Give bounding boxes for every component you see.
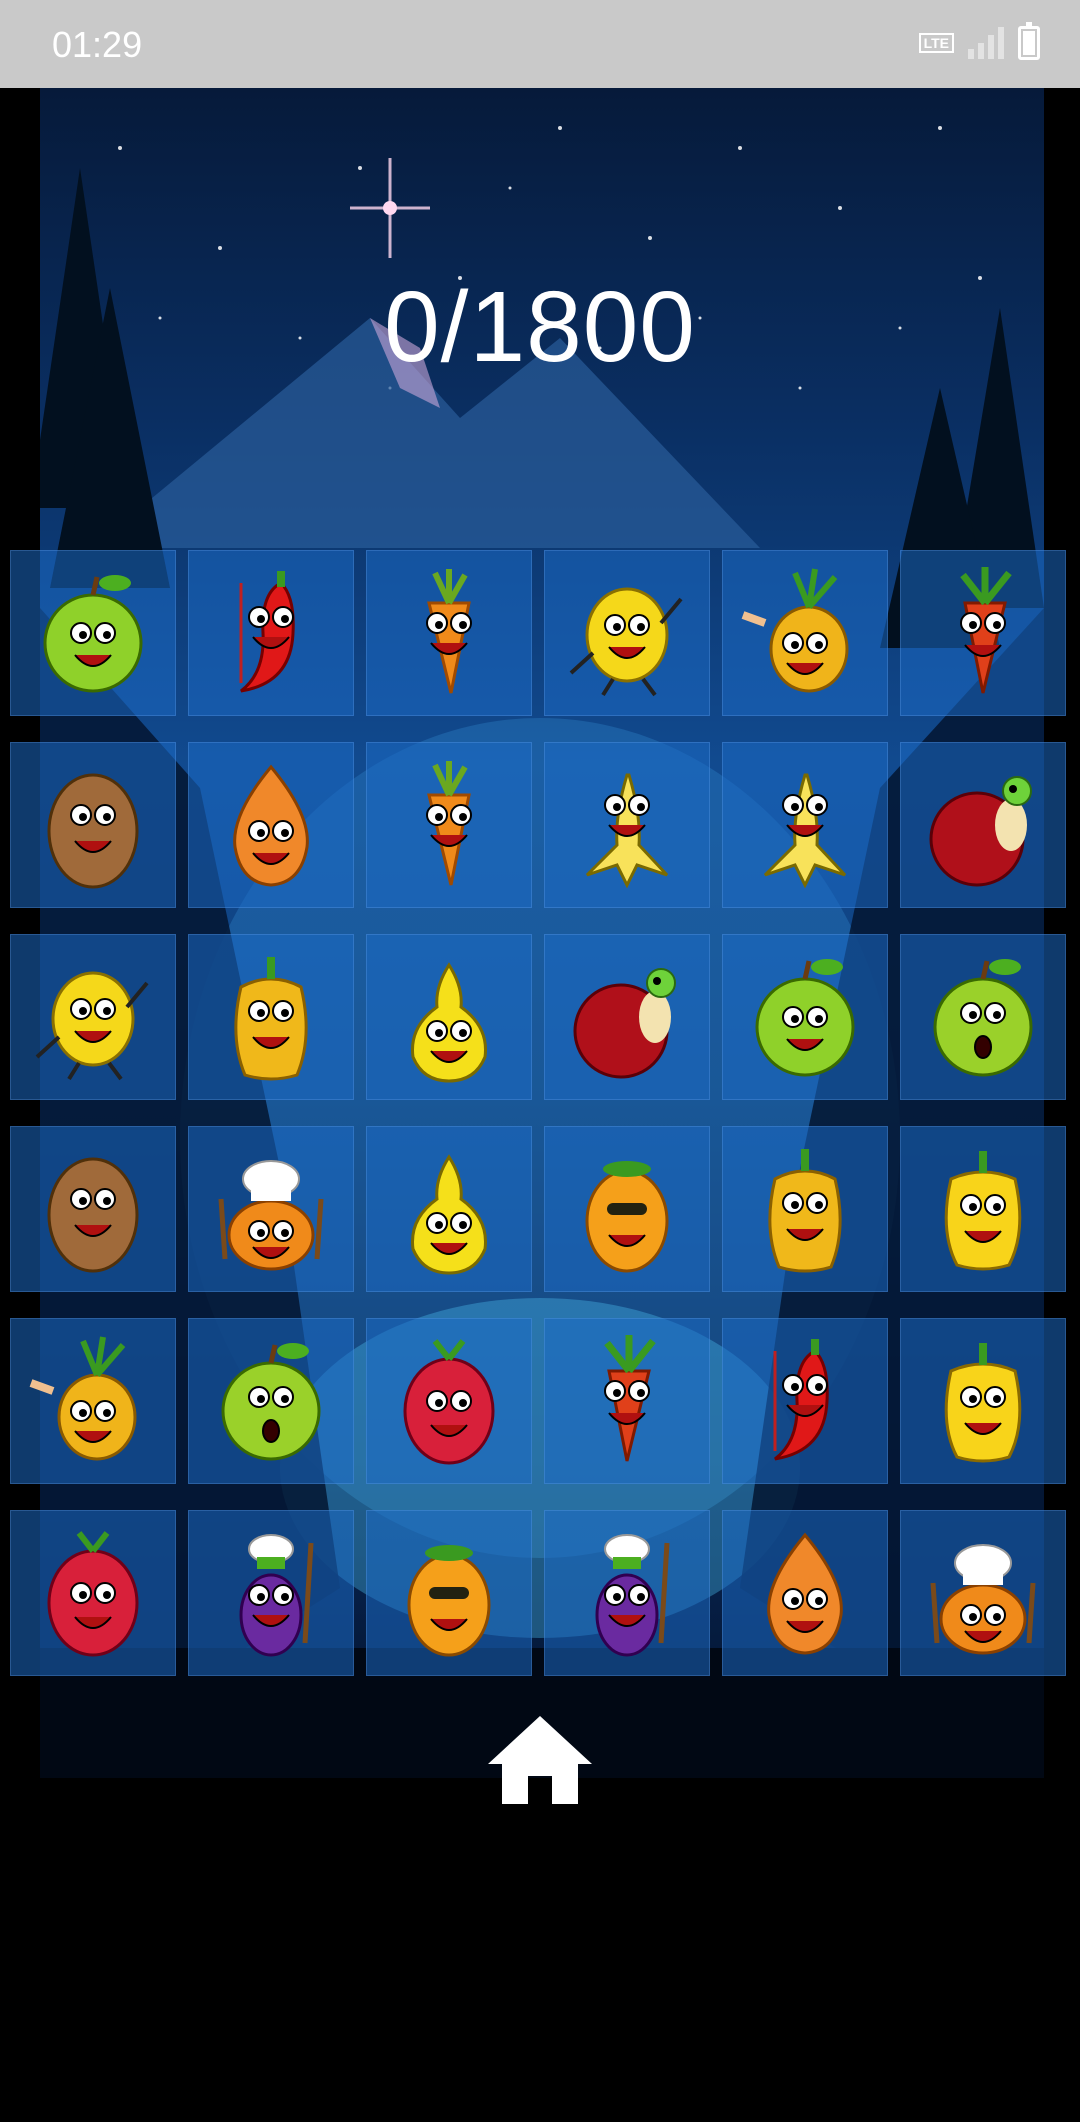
board-tile-eggplant-chef[interactable] <box>188 1510 354 1676</box>
board-tile-chef-pumpkin[interactable] <box>900 1510 1066 1676</box>
board-tile-red-chili[interactable] <box>722 1318 888 1484</box>
pineapple-icon <box>29 1336 137 1461</box>
battery-charging-icon <box>1018 22 1040 60</box>
carrot-tomato-icon <box>604 1335 656 1462</box>
yellow-pepper-icon <box>234 957 308 1081</box>
yellow-bell-pepper-icon <box>944 1151 1022 1271</box>
banana-icon <box>585 773 669 889</box>
red-apple-worm-icon <box>929 776 1032 887</box>
board-tile-carrot[interactable] <box>366 550 532 716</box>
chef-pumpkin-icon <box>930 1544 1036 1655</box>
green-apple-icon <box>755 959 855 1077</box>
board-tile-red-apple-worm[interactable] <box>900 742 1066 908</box>
red-chili-icon <box>773 1339 829 1461</box>
status-time: 01:29 <box>52 24 143 65</box>
banana-icon <box>763 773 847 889</box>
board-tile-green-apple[interactable] <box>722 934 888 1100</box>
raspberry-icon <box>47 1531 139 1657</box>
board-tile-potato[interactable] <box>10 1126 176 1292</box>
status-bar: 01:29 LTE <box>0 0 1080 88</box>
carrot-icon <box>426 761 472 886</box>
yellow-bell-pepper-icon <box>944 1343 1022 1463</box>
potato-icon <box>47 773 139 889</box>
board-tile-yellow-pepper[interactable] <box>722 1126 888 1292</box>
board-tile-lemon-dancer[interactable] <box>544 550 710 716</box>
board-tile-banana[interactable] <box>722 742 888 908</box>
board-tile-yellow-bell-pepper[interactable] <box>900 1318 1066 1484</box>
board-tile-carrot[interactable] <box>366 742 532 908</box>
onion-icon <box>767 1532 843 1655</box>
board-tile-yellow-pepper[interactable] <box>188 934 354 1100</box>
mango-icon <box>585 1161 669 1273</box>
board-tile-potato[interactable] <box>10 742 176 908</box>
board-tile-red-apple-worm[interactable] <box>544 934 710 1100</box>
pear-icon <box>411 1154 487 1275</box>
board-tile-raspberry[interactable] <box>366 1318 532 1484</box>
board-tile-green-apple[interactable] <box>10 550 176 716</box>
board-tile-mango[interactable] <box>366 1510 532 1676</box>
board-tile-red-chili[interactable] <box>188 550 354 716</box>
raspberry-icon <box>403 1339 495 1465</box>
yellow-pepper-icon <box>768 1149 842 1273</box>
board-tile-carrot-tomato[interactable] <box>544 1318 710 1484</box>
board-tile-green-apple-surprised[interactable] <box>900 934 1066 1100</box>
pineapple-icon <box>741 568 849 693</box>
eggplant-chef-icon <box>239 1534 314 1657</box>
green-apple-icon <box>43 575 143 693</box>
eggplant-chef-icon <box>595 1534 670 1657</box>
mango-icon <box>407 1545 491 1657</box>
lemon-dancer-icon <box>35 971 149 1081</box>
board-tile-pineapple[interactable] <box>722 550 888 716</box>
pear-icon <box>411 962 487 1083</box>
lte-icon: LTE <box>918 33 954 53</box>
home-button[interactable] <box>484 1712 596 1808</box>
potato-icon <box>47 1157 139 1273</box>
board-tile-pear[interactable] <box>366 934 532 1100</box>
board-tile-lemon-dancer[interactable] <box>10 934 176 1100</box>
board-tile-mango[interactable] <box>544 1126 710 1292</box>
red-apple-worm-icon <box>573 968 676 1079</box>
onion-icon <box>233 764 309 887</box>
lemon-dancer-icon <box>569 587 683 697</box>
board-tile-onion[interactable] <box>188 742 354 908</box>
carrot-tomato-icon <box>960 567 1012 694</box>
board-tile-pear[interactable] <box>366 1126 532 1292</box>
chef-pumpkin-icon <box>218 1160 324 1271</box>
carrot-icon <box>426 569 472 694</box>
green-apple-surprised-icon <box>221 1343 321 1461</box>
home-icon <box>488 1716 592 1804</box>
board-tile-eggplant-chef[interactable] <box>544 1510 710 1676</box>
board-tile-carrot-tomato[interactable] <box>900 550 1066 716</box>
green-apple-surprised-icon <box>933 959 1033 1077</box>
board-tile-yellow-bell-pepper[interactable] <box>900 1126 1066 1292</box>
signal-icon <box>968 27 1004 59</box>
score-counter: 0/1800 <box>384 271 696 383</box>
board-tile-raspberry[interactable] <box>10 1510 176 1676</box>
board-tile-onion[interactable] <box>722 1510 888 1676</box>
board-tile-banana[interactable] <box>544 742 710 908</box>
red-chili-icon <box>239 571 295 693</box>
board-tile-pineapple[interactable] <box>10 1318 176 1484</box>
board-tile-green-apple-surprised[interactable] <box>188 1318 354 1484</box>
board-tile-chef-pumpkin[interactable] <box>188 1126 354 1292</box>
status-icons: LTE <box>918 22 1040 60</box>
